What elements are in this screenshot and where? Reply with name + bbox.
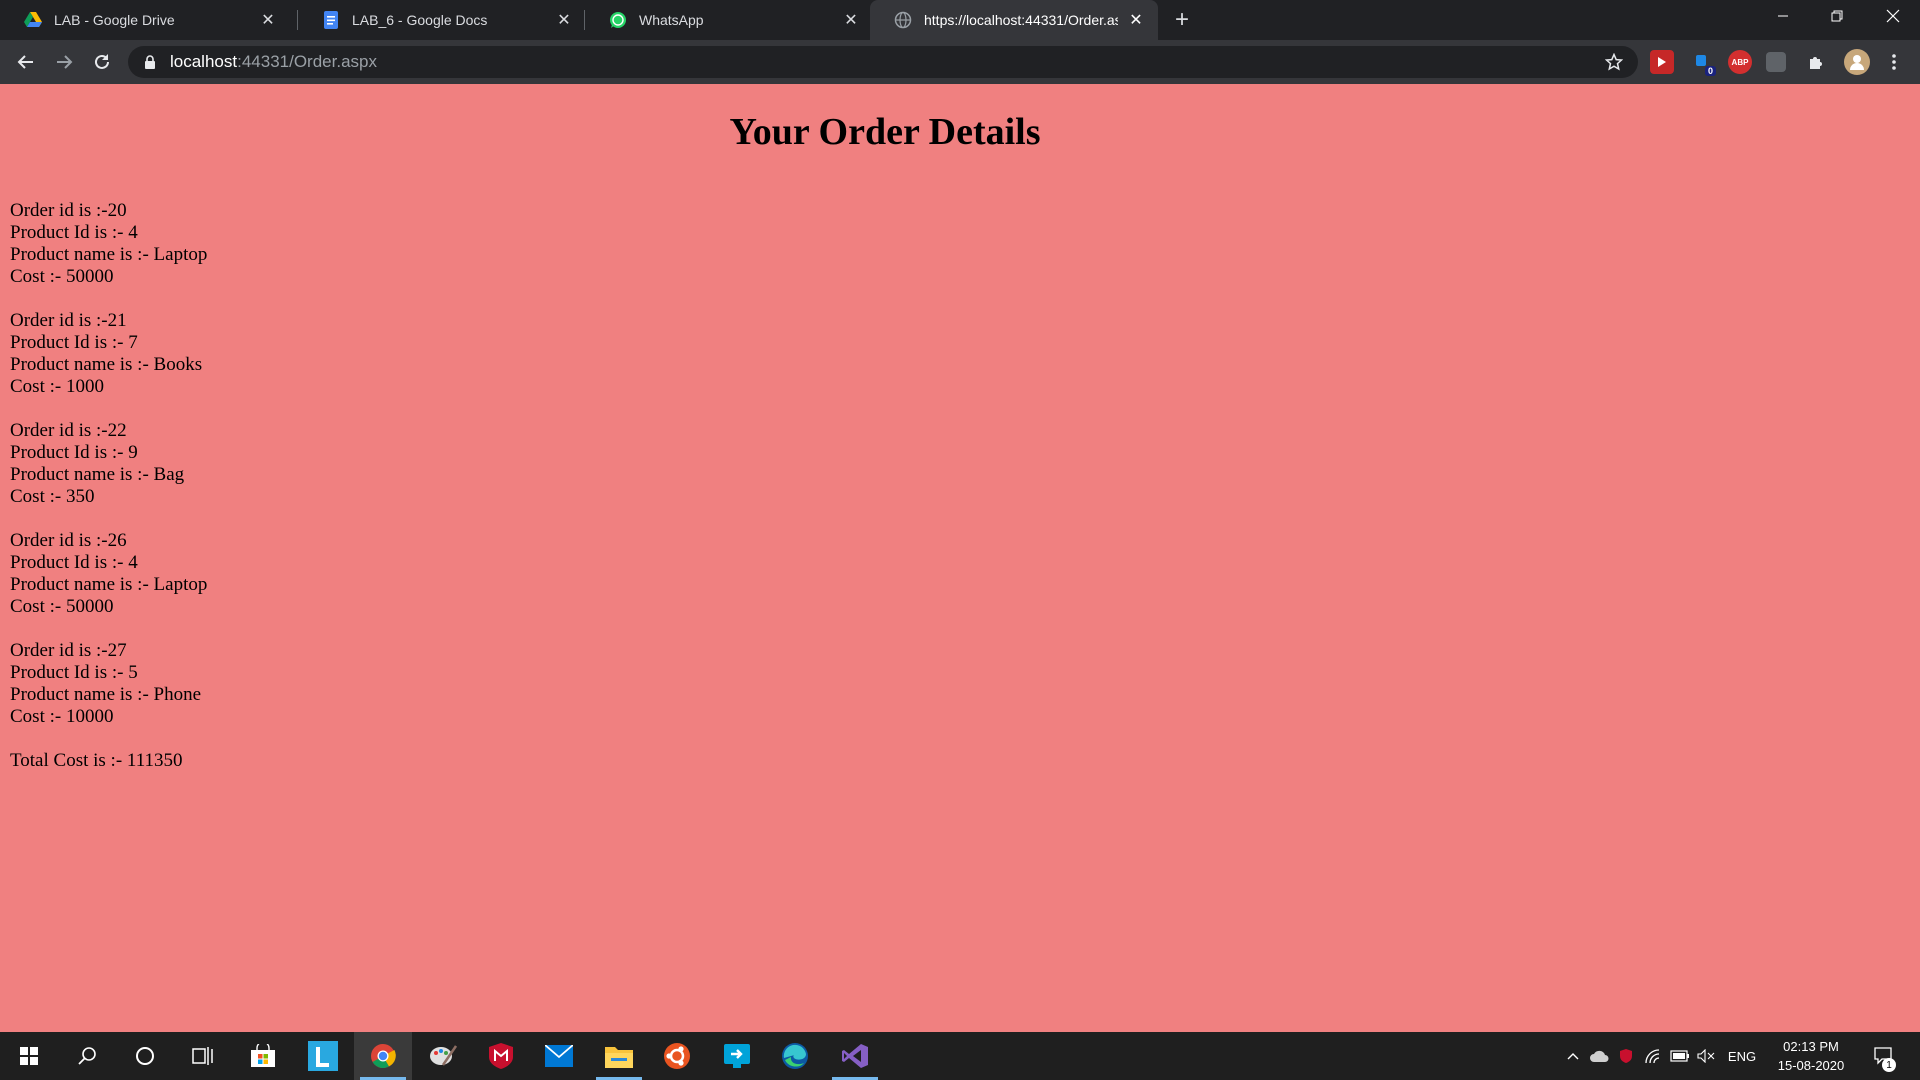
page-content: Your Order Details Order id is :-20 Prod… bbox=[0, 84, 1920, 1032]
order-id: Order id is :-22 bbox=[10, 420, 127, 441]
search-icon[interactable] bbox=[58, 1032, 116, 1080]
chrome-menu-icon[interactable] bbox=[1882, 50, 1906, 74]
windows-start-icon[interactable] bbox=[0, 1032, 58, 1080]
tab-strip: LAB - Google Drive ✕ LAB_6 - Google Docs… bbox=[0, 0, 1920, 40]
reload-button[interactable] bbox=[88, 48, 116, 76]
mcafee-icon[interactable] bbox=[472, 1032, 530, 1080]
tab-order-page[interactable]: https://localhost:44331/Order.aspx ✕ bbox=[870, 0, 1158, 40]
order-list: Order id is :-20 Product Id is :- 4 Prod… bbox=[10, 200, 207, 772]
order-item: Order id is :-20 Product Id is :- 4 Prod… bbox=[10, 200, 207, 288]
google-drive-icon bbox=[24, 11, 42, 29]
forward-button[interactable] bbox=[50, 48, 78, 76]
volume-muted-icon[interactable] bbox=[1694, 1032, 1718, 1080]
wifi-icon[interactable] bbox=[1640, 1032, 1666, 1080]
order-id: Order id is :-26 bbox=[10, 530, 127, 551]
order-item: Order id is :-26 Product Id is :- 4 Prod… bbox=[10, 530, 207, 618]
profile-avatar-icon[interactable] bbox=[1844, 49, 1870, 75]
product-cost: Cost :- 350 bbox=[10, 486, 95, 507]
url-host: localhost bbox=[170, 52, 238, 71]
globe-icon bbox=[894, 11, 912, 29]
order-item: Order id is :-21 Product Id is :- 7 Prod… bbox=[10, 310, 207, 398]
tab-whatsapp[interactable]: WhatsApp ✕ bbox=[585, 0, 873, 40]
whatsapp-icon bbox=[609, 11, 627, 29]
order-id: Order id is :-27 bbox=[10, 640, 127, 661]
cortana-icon[interactable] bbox=[116, 1032, 174, 1080]
close-window-button[interactable] bbox=[1866, 0, 1920, 32]
action-center-icon[interactable]: 1 bbox=[1866, 1032, 1902, 1080]
clock-date: 15-08-2020 bbox=[1777, 1058, 1845, 1073]
edge-icon[interactable] bbox=[766, 1032, 824, 1080]
ubuntu-icon[interactable] bbox=[648, 1032, 706, 1080]
browser-toolbar: localhost:44331/Order.aspx 0 ABP bbox=[0, 40, 1920, 84]
new-tab-button[interactable]: + bbox=[1168, 6, 1196, 34]
app-l-icon[interactable] bbox=[294, 1032, 352, 1080]
tab-title: https://localhost:44331/Order.aspx bbox=[924, 12, 1118, 28]
product-cost: Cost :- 1000 bbox=[10, 376, 104, 397]
close-icon[interactable]: ✕ bbox=[1126, 10, 1146, 30]
video-extension-icon[interactable] bbox=[1650, 50, 1674, 74]
windows-taskbar: ENG 02:13 PM 15-08-2020 1 bbox=[0, 1032, 1920, 1080]
google-docs-icon bbox=[322, 11, 340, 29]
product-id: Product Id is :- 4 bbox=[10, 552, 138, 573]
tab-google-docs[interactable]: LAB_6 - Google Docs ✕ bbox=[298, 0, 586, 40]
lock-icon[interactable] bbox=[144, 54, 160, 70]
product-cost: Cost :- 50000 bbox=[10, 266, 114, 287]
clock[interactable]: 02:13 PM 15-08-2020 bbox=[1768, 1037, 1854, 1075]
language-indicator[interactable]: ENG bbox=[1722, 1032, 1762, 1080]
notification-count: 1 bbox=[1882, 1058, 1896, 1072]
order-item: Order id is :-22 Product Id is :- 9 Prod… bbox=[10, 420, 207, 508]
product-id: Product Id is :- 7 bbox=[10, 332, 138, 353]
tab-google-drive[interactable]: LAB - Google Drive ✕ bbox=[0, 0, 290, 40]
order-item: Order id is :-27 Product Id is :- 5 Prod… bbox=[10, 640, 207, 728]
battery-icon[interactable] bbox=[1668, 1032, 1692, 1080]
microsoft-store-icon[interactable] bbox=[234, 1032, 292, 1080]
order-id: Order id is :-20 bbox=[10, 200, 127, 221]
product-id: Product Id is :- 9 bbox=[10, 442, 138, 463]
chrome-taskbar-icon[interactable] bbox=[354, 1032, 412, 1080]
mail-icon[interactable] bbox=[530, 1032, 588, 1080]
extension-badge-icon[interactable]: 0 bbox=[1690, 50, 1716, 76]
page-title: Your Order Details bbox=[729, 111, 1041, 153]
bookmark-star-icon[interactable] bbox=[1602, 50, 1626, 74]
remote-app-icon[interactable] bbox=[708, 1032, 766, 1080]
product-name: Product name is :- Bag bbox=[10, 464, 185, 485]
minimize-button[interactable] bbox=[1756, 0, 1810, 32]
mcafee-tray-icon[interactable] bbox=[1614, 1032, 1638, 1080]
total-cost: Total Cost is :- 111350 bbox=[10, 750, 183, 771]
tab-title: LAB_6 - Google Docs bbox=[352, 12, 488, 28]
extensions-puzzle-icon[interactable] bbox=[1804, 50, 1828, 74]
paint-app-icon[interactable] bbox=[414, 1032, 472, 1080]
tab-title: WhatsApp bbox=[639, 12, 704, 28]
order-id: Order id is :-21 bbox=[10, 310, 127, 331]
extension-square-icon[interactable] bbox=[1766, 52, 1786, 72]
close-icon[interactable]: ✕ bbox=[841, 10, 861, 30]
show-hidden-icons-button[interactable] bbox=[1562, 1032, 1584, 1080]
close-icon[interactable]: ✕ bbox=[258, 10, 278, 30]
product-id: Product Id is :- 4 bbox=[10, 222, 138, 243]
product-id: Product Id is :- 5 bbox=[10, 662, 138, 683]
adblock-plus-icon[interactable]: ABP bbox=[1728, 50, 1752, 74]
url-path: :44331/Order.aspx bbox=[237, 52, 377, 71]
clock-time: 02:13 PM bbox=[1783, 1039, 1839, 1054]
product-name: Product name is :- Laptop bbox=[10, 244, 208, 265]
address-bar[interactable]: localhost:44331/Order.aspx bbox=[128, 46, 1638, 78]
restore-button[interactable] bbox=[1810, 0, 1864, 32]
tab-title: LAB - Google Drive bbox=[54, 12, 175, 28]
product-name: Product name is :- Laptop bbox=[10, 574, 208, 595]
product-cost: Cost :- 10000 bbox=[10, 706, 114, 727]
onedrive-icon[interactable] bbox=[1586, 1032, 1612, 1080]
back-button[interactable] bbox=[12, 48, 40, 76]
close-icon[interactable]: ✕ bbox=[554, 10, 574, 30]
extension-badge-count: 0 bbox=[1704, 66, 1716, 76]
product-cost: Cost :- 50000 bbox=[10, 596, 114, 617]
file-explorer-icon[interactable] bbox=[590, 1032, 648, 1080]
product-name: Product name is :- Phone bbox=[10, 684, 202, 705]
visual-studio-icon[interactable] bbox=[826, 1032, 884, 1080]
task-view-icon[interactable] bbox=[174, 1032, 232, 1080]
product-name: Product name is :- Books bbox=[10, 354, 203, 375]
